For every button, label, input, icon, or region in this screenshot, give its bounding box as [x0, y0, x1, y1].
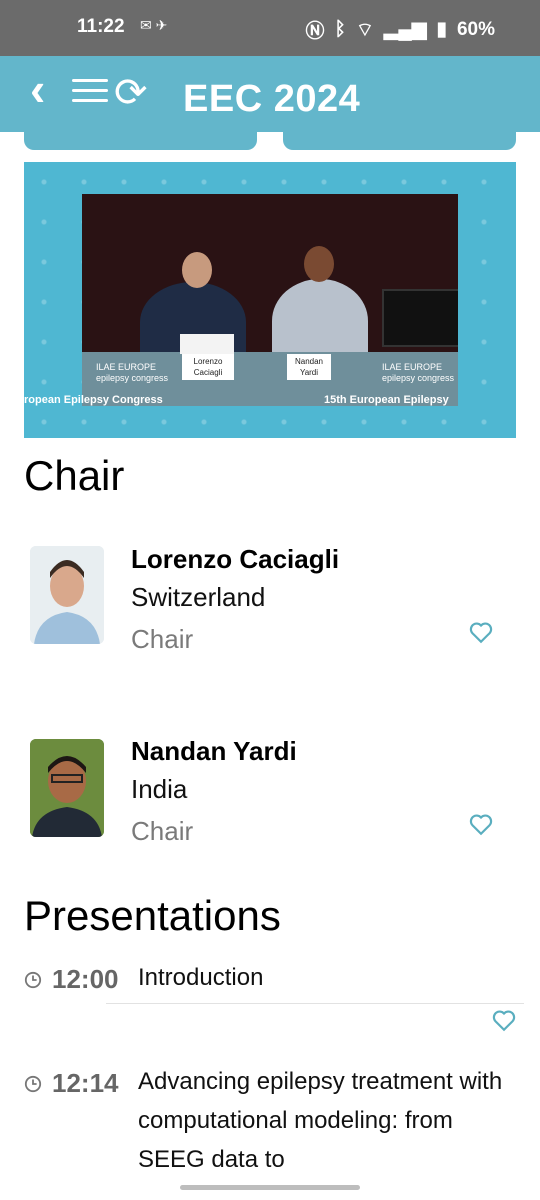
home-indicator[interactable] — [180, 1185, 360, 1190]
person-name: Lorenzo Caciagli — [131, 544, 340, 574]
presentation-title: Advancing epilepsy treatment with comput… — [138, 1068, 503, 1173]
avatar — [30, 739, 104, 837]
app-bar: ‹ ⟳ EEC 2024 — [0, 56, 540, 132]
avatar — [30, 546, 104, 644]
person-role: Chair — [131, 624, 194, 654]
signal-icon: ▂▄▆ — [383, 19, 427, 40]
status-right-icons: Ⓝ ᛒ ⌔ ▂▄▆ ▮ 60% — [306, 16, 495, 43]
tab-right[interactable] — [283, 132, 516, 150]
page-title: EEC 2024 — [183, 78, 361, 120]
person-country: Switzerland — [131, 582, 266, 612]
person-role: Chair — [131, 816, 194, 846]
presentations-section-title: Presentations — [24, 892, 281, 939]
heart-icon[interactable] — [468, 619, 494, 645]
hamburger-icon[interactable] — [72, 79, 108, 109]
wifi-icon: ⌔ — [355, 19, 374, 41]
notification-icons: ✉ ✈ — [140, 17, 168, 33]
video-caption-right: 15th European Epilepsy — [324, 394, 449, 406]
video-frame: ILAE EUROPE epilepsy congress Lorenzo Ca… — [82, 194, 458, 406]
person-name: Nandan Yardi — [131, 736, 297, 766]
divider — [106, 1003, 524, 1004]
session-video[interactable]: ILAE EUROPE epilepsy congress Lorenzo Ca… — [24, 162, 516, 438]
nfc-icon: Ⓝ — [305, 21, 325, 42]
status-time: 11:22 — [77, 16, 125, 37]
nameplate-left: Lorenzo Caciagli — [182, 354, 234, 380]
chair-section-title: Chair — [24, 452, 125, 499]
presentation-time: 12:00 — [52, 964, 119, 994]
chair-card[interactable]: Lorenzo Caciagli Switzerland Chair — [0, 544, 540, 654]
clock-icon — [24, 971, 42, 989]
banner-left: ILAE EUROPE epilepsy congress — [96, 362, 169, 383]
nameplate-right: Nandan Yardi — [287, 354, 331, 380]
person-country: India — [131, 774, 188, 804]
monitor — [382, 289, 458, 347]
presentation-title: Introduction — [138, 964, 264, 991]
laptop — [180, 334, 234, 354]
clock-icon — [24, 1075, 42, 1093]
presentation-time: 12:14 — [52, 1068, 119, 1098]
chair-card[interactable]: Nandan Yardi India Chair — [0, 736, 540, 846]
video-caption-left: ropean Epilepsy Congress — [24, 394, 163, 406]
heart-icon[interactable] — [468, 811, 494, 837]
tab-left[interactable] — [24, 132, 257, 150]
banner-right: ILAE EUROPE epilepsy congress — [382, 362, 455, 383]
status-bar: 11:22 ✉ ✈ Ⓝ ᛒ ⌔ ▂▄▆ ▮ 60% — [0, 0, 540, 56]
speaker-right-head — [304, 246, 334, 282]
bluetooth-icon: ᛒ — [334, 18, 346, 40]
refresh-icon[interactable]: ⟳ — [114, 73, 148, 113]
battery-icon: ▮ — [436, 19, 447, 40]
heart-icon[interactable] — [491, 1007, 517, 1033]
battery-percent: 60% — [456, 18, 495, 40]
speaker-right-figure — [272, 279, 368, 363]
speaker-left-head — [182, 252, 212, 288]
chevron-left-icon[interactable]: ‹ — [30, 66, 45, 112]
